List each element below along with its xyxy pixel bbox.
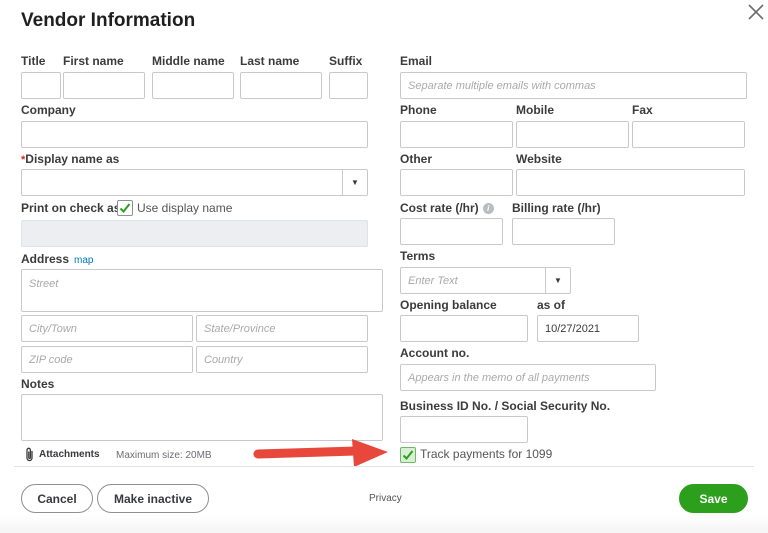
email-label: Email (400, 54, 433, 68)
website-input[interactable] (516, 169, 745, 196)
map-link[interactable]: map (74, 255, 93, 266)
terms-placeholder: Enter Text (408, 274, 458, 287)
first-name-input[interactable] (63, 72, 145, 99)
close-button[interactable] (746, 2, 766, 22)
max-size-text: Maximum size: 20MB (116, 450, 212, 461)
zip-input[interactable]: ZIP code (21, 346, 193, 373)
chevron-down-icon[interactable]: ▼ (545, 268, 570, 293)
cost-rate-label: Cost rate (/hr) i (400, 201, 494, 215)
city-input[interactable]: City/Town (21, 315, 193, 342)
footer-background (0, 515, 768, 533)
account-no-placeholder: Appears in the memo of all payments (408, 371, 590, 384)
company-input[interactable] (21, 121, 368, 148)
terms-select[interactable]: Enter Text ▼ (400, 267, 571, 294)
mobile-input[interactable] (516, 121, 629, 148)
make-inactive-button[interactable]: Make inactive (97, 484, 209, 513)
account-no-label: Account no. (400, 346, 470, 360)
state-input[interactable]: State/Province (196, 315, 368, 342)
paperclip-icon (26, 447, 33, 462)
title-input[interactable] (21, 72, 61, 99)
cancel-button[interactable]: Cancel (21, 484, 93, 513)
state-placeholder: State/Province (204, 322, 276, 335)
country-placeholder: Country (204, 353, 243, 366)
cost-rate-label-text: Cost rate (/hr) (400, 201, 479, 215)
track-1099-checkbox[interactable] (400, 447, 416, 463)
attachments-label: Attachments (39, 449, 100, 460)
display-name-select[interactable]: ▼ (21, 169, 368, 196)
notes-textarea[interactable] (21, 394, 383, 441)
attachments-button[interactable]: Attachments (24, 447, 100, 462)
close-icon (748, 4, 764, 20)
track-1099-label: Track payments for 1099 (420, 447, 553, 461)
print-on-check-label: Print on check as (21, 201, 121, 215)
checkmark-icon (402, 450, 414, 460)
first-name-label: First name (63, 54, 124, 68)
middle-name-input[interactable] (152, 72, 234, 99)
suffix-label: Suffix (329, 54, 363, 68)
city-placeholder: City/Town (29, 322, 77, 335)
billing-rate-label: Billing rate (/hr) (512, 201, 601, 215)
other-input[interactable] (400, 169, 513, 196)
account-no-input[interactable]: Appears in the memo of all payments (400, 364, 656, 391)
chevron-down-icon[interactable]: ▼ (342, 170, 367, 195)
opening-balance-label: Opening balance (400, 298, 497, 312)
info-icon[interactable]: i (482, 203, 494, 215)
as-of-label: as of (537, 298, 566, 312)
privacy-link[interactable]: Privacy (369, 493, 402, 504)
save-button[interactable]: Save (679, 484, 748, 513)
business-id-input[interactable] (400, 416, 528, 443)
last-name-input[interactable] (240, 72, 322, 99)
middle-name-label: Middle name (152, 54, 225, 68)
street-placeholder: Street (29, 278, 59, 290)
dialog-title: Vendor Information (21, 10, 196, 31)
billing-rate-input[interactable] (512, 218, 615, 245)
company-label: Company (21, 103, 76, 117)
phone-input[interactable] (400, 121, 513, 148)
title-label: Title (21, 54, 46, 68)
address-label-text: Address (21, 252, 70, 266)
display-name-label-text: Display name as (25, 152, 120, 166)
checkmark-icon (119, 203, 131, 213)
notes-label: Notes (21, 377, 55, 391)
fax-label: Fax (632, 103, 653, 117)
street-input[interactable]: Street (21, 269, 383, 312)
mobile-label: Mobile (516, 103, 554, 117)
terms-label: Terms (400, 249, 436, 263)
zip-placeholder: ZIP code (29, 353, 73, 366)
email-placeholder: Separate multiple emails with commas (408, 79, 596, 92)
business-id-label: Business ID No. / Social Security No. (400, 399, 611, 413)
address-label: Address map (21, 252, 93, 266)
opening-balance-input[interactable] (400, 315, 528, 342)
use-display-name-label: Use display name (137, 201, 233, 215)
footer-divider (14, 466, 754, 467)
website-label: Website (516, 152, 562, 166)
as-of-date-input[interactable]: 10/27/2021 (537, 315, 639, 342)
email-input[interactable]: Separate multiple emails with commas (400, 72, 747, 99)
use-display-name-checkbox[interactable] (117, 200, 133, 216)
other-label: Other (400, 152, 433, 166)
display-name-label: *Display name as (21, 152, 119, 166)
country-input[interactable]: Country (196, 346, 368, 373)
print-on-check-input (21, 220, 368, 247)
suffix-input[interactable] (329, 72, 368, 99)
last-name-label: Last name (240, 54, 300, 68)
phone-label: Phone (400, 103, 437, 117)
cost-rate-input[interactable] (400, 218, 503, 245)
fax-input[interactable] (632, 121, 745, 148)
